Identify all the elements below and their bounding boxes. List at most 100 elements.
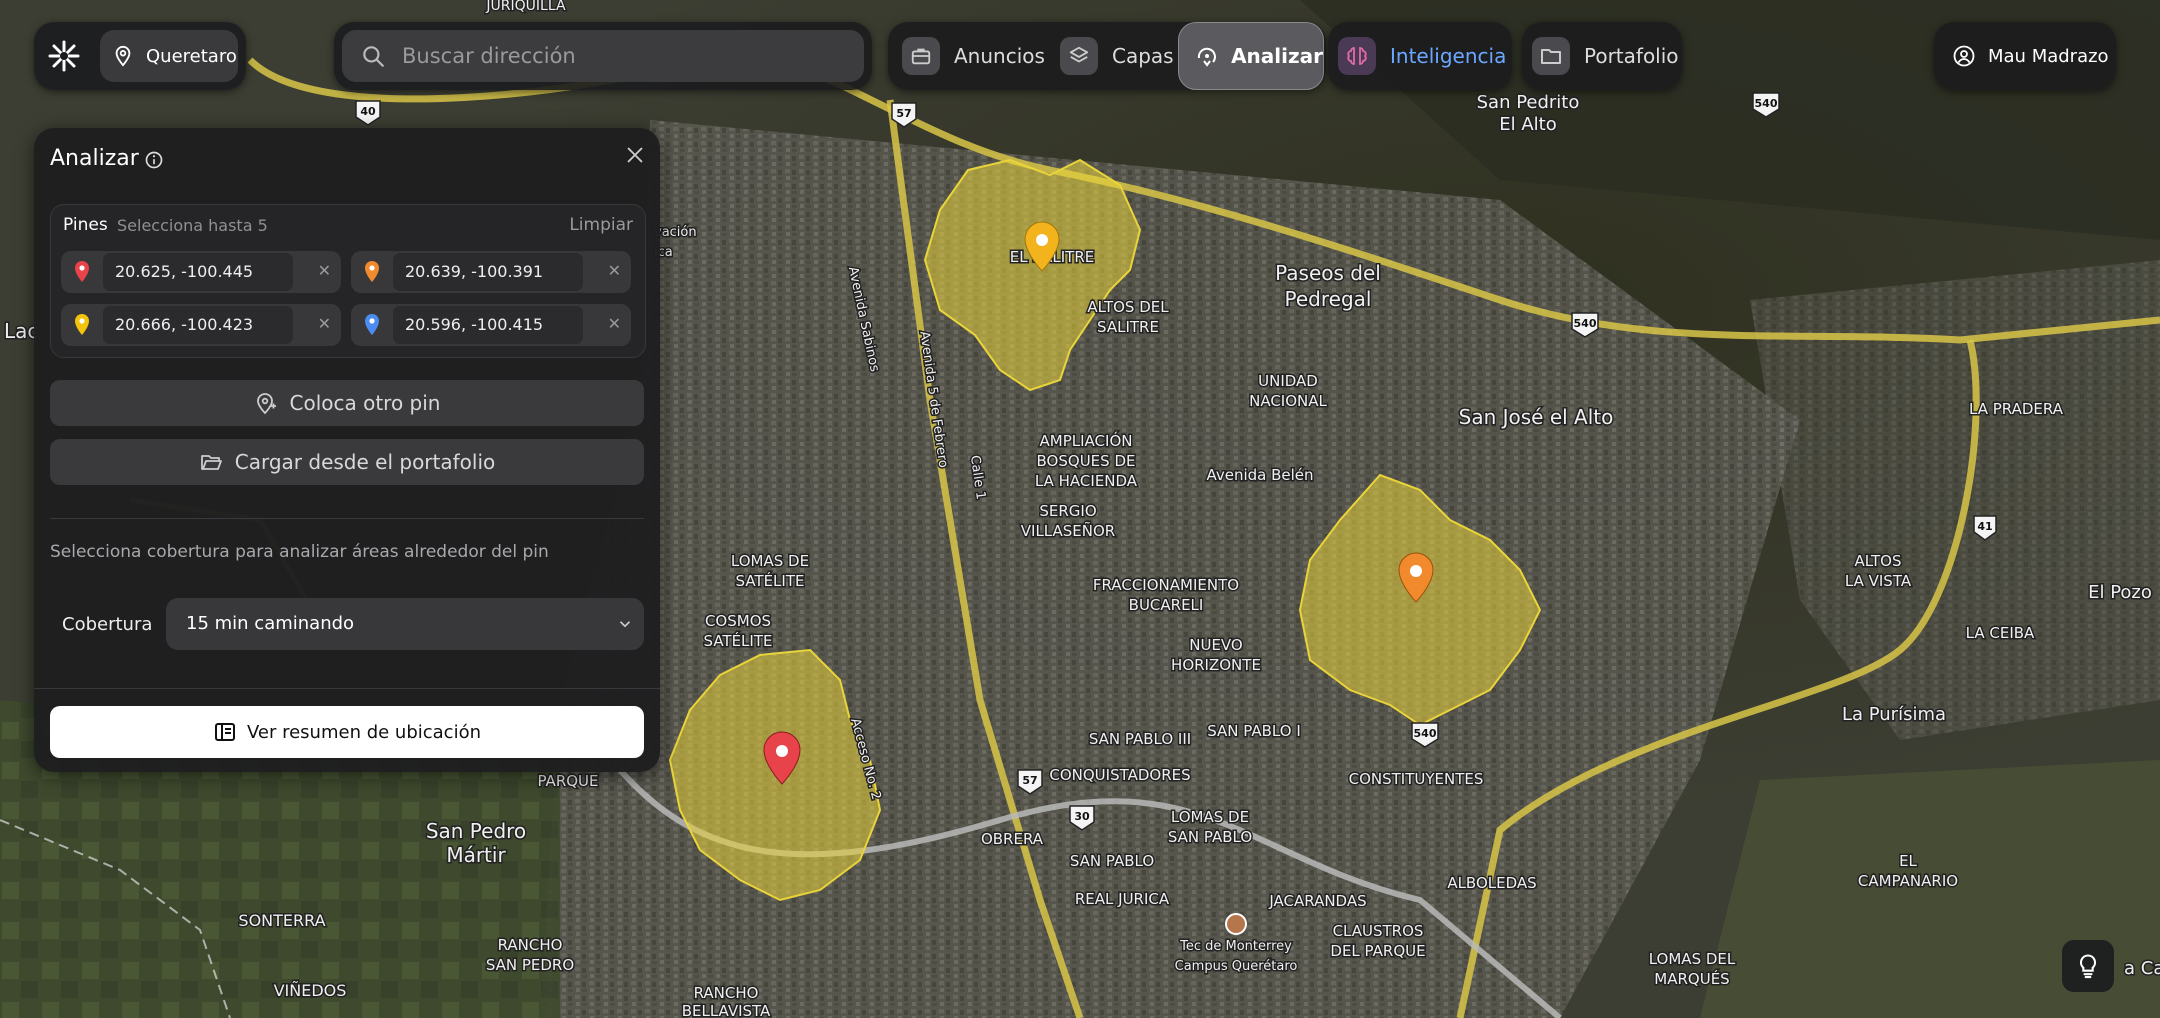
place-label: Paseos del xyxy=(1275,261,1381,285)
place-label: COSMOS xyxy=(705,612,771,630)
location-pill: Queretaro xyxy=(34,22,246,90)
coverage-select[interactable]: 15 min caminando xyxy=(166,598,644,650)
place-label: La Purísima xyxy=(1842,704,1946,725)
user-menu[interactable]: Mau Madrazo xyxy=(1934,22,2116,90)
orange-pin-icon xyxy=(365,261,379,282)
panel-title: Analizar xyxy=(50,146,139,171)
place-label: NACIONAL xyxy=(1249,392,1327,410)
load-portfolio-button[interactable]: Cargar desde el portafolio xyxy=(50,439,644,485)
place-label: CLAUSTROS xyxy=(1333,922,1424,940)
layers-icon xyxy=(1069,46,1089,63)
search-input[interactable]: Buscar dirección xyxy=(342,30,864,82)
place-label: RANCHO xyxy=(498,936,563,954)
clear-pins-button[interactable]: Limpiar xyxy=(569,215,633,235)
place-label: VIÑEDOS xyxy=(274,981,347,1000)
pin-row[interactable]: 20.639, -100.391 ✕ xyxy=(351,251,631,293)
pins-hint: Selecciona hasta 5 xyxy=(117,216,268,235)
pin-row[interactable]: 20.666, -100.423 ✕ xyxy=(61,304,341,346)
place-label: vación xyxy=(654,225,697,240)
svg-text:41: 41 xyxy=(1977,520,1992,533)
pin-coords[interactable]: 20.596, -100.415 xyxy=(393,306,583,344)
svg-text:540: 540 xyxy=(1414,727,1437,740)
remove-pin-icon[interactable]: ✕ xyxy=(608,261,621,280)
place-pin-label: Coloca otro pin xyxy=(289,391,441,415)
place-pin-button[interactable]: Coloca otro pin xyxy=(50,380,644,426)
place-label: ALBOLEDAS xyxy=(1447,874,1536,892)
nav-analizar[interactable]: Analizar xyxy=(1178,22,1324,90)
place-label: SAN PEDRO xyxy=(486,956,574,974)
remove-pin-icon[interactable]: ✕ xyxy=(608,314,621,333)
chevron-down-icon xyxy=(619,621,631,628)
remove-pin-icon[interactable]: ✕ xyxy=(318,261,331,280)
pin-row[interactable]: 20.625, -100.445 ✕ xyxy=(61,251,341,293)
tips-button[interactable] xyxy=(2062,940,2114,992)
place-label: Avenida Belén xyxy=(1206,466,1313,484)
place-label: SATÉLITE xyxy=(736,571,805,590)
place-label: Campus Querétaro xyxy=(1175,959,1298,974)
location-summary-button[interactable]: Ver resumen de ubicación xyxy=(50,706,644,758)
place-label: LA VISTA xyxy=(1845,572,1912,590)
place-label: PARQUE xyxy=(537,772,598,790)
analyze-panel: Analizar Pines Selecciona hasta 5 Limpia… xyxy=(34,128,660,772)
remove-pin-icon[interactable]: ✕ xyxy=(318,314,331,333)
nav-inteligencia[interactable]: Inteligencia xyxy=(1338,22,1506,90)
location-selector[interactable]: Queretaro xyxy=(100,30,238,82)
blue-pin-icon xyxy=(365,314,379,335)
pin-coords[interactable]: 20.625, -100.445 xyxy=(103,253,293,291)
pin-coords[interactable]: 20.666, -100.423 xyxy=(103,306,293,344)
place-label: AMPLIACIÓN xyxy=(1040,431,1133,450)
nav-label: Analizar xyxy=(1231,44,1323,68)
place-label: DEL PARQUE xyxy=(1330,942,1425,960)
nav-label: Inteligencia xyxy=(1390,44,1507,68)
place-label: ALTOS DEL xyxy=(1087,298,1169,316)
asterisk-logo-icon xyxy=(48,40,80,72)
info-icon[interactable] xyxy=(144,150,164,170)
place-label: Pedregal xyxy=(1285,287,1372,311)
nav-group-3: Portafolio xyxy=(1522,22,1682,90)
pin-coords[interactable]: 20.639, -100.391 xyxy=(393,253,583,291)
place-label: SAN PABLO III xyxy=(1089,730,1191,748)
coverage-hint: Selecciona cobertura para analizar áreas… xyxy=(50,542,549,562)
place-label: UNIDAD xyxy=(1258,372,1318,390)
place-label: CAMPANARIO xyxy=(1858,872,1958,890)
place-label: SAN PABLO xyxy=(1168,828,1252,846)
nav-anuncios[interactable]: Anuncios xyxy=(902,22,1045,90)
user-name: Mau Madrazo xyxy=(1988,45,2109,67)
place-label: RANCHO xyxy=(694,984,759,1002)
pin-row[interactable]: 20.596, -100.415 ✕ xyxy=(351,304,631,346)
place-label: LOMAS DE xyxy=(1171,808,1249,826)
place-label: LA PRADERA xyxy=(1969,400,2064,418)
coverage-value: 15 min caminando xyxy=(186,613,355,634)
nav-portafolio[interactable]: Portafolio xyxy=(1532,22,1679,90)
nav-capas[interactable]: Capas xyxy=(1060,22,1174,90)
place-label: SERGIO xyxy=(1039,502,1096,520)
lightbulb-icon xyxy=(2079,954,2097,979)
search-icon xyxy=(363,46,384,67)
summary-panel-icon xyxy=(214,723,235,741)
place-label: San Pedrito xyxy=(1477,92,1580,113)
location-summary-label: Ver resumen de ubicación xyxy=(246,721,482,743)
place-label: REAL JURICA xyxy=(1075,890,1170,908)
place-label: BOSQUES DE xyxy=(1037,452,1136,470)
place-label: San Pedro xyxy=(426,819,526,843)
place-label: OBRERA xyxy=(981,830,1044,848)
folder-open-icon xyxy=(200,455,222,470)
place-label: San José el Alto xyxy=(1459,405,1614,429)
app-logo[interactable] xyxy=(48,40,80,72)
folder-icon xyxy=(1541,49,1561,64)
search-placeholder: Buscar dirección xyxy=(402,44,576,68)
close-icon[interactable] xyxy=(624,144,646,166)
place-label: NUEVO xyxy=(1189,636,1242,654)
svg-text:540: 540 xyxy=(1574,317,1597,330)
user-icon xyxy=(1953,45,1975,67)
red-pin-icon xyxy=(75,261,89,282)
panel-footer-divider xyxy=(34,688,660,689)
place-label: SAN PABLO I xyxy=(1207,722,1301,740)
place-label: SATÉLITE xyxy=(704,631,773,650)
svg-text:40: 40 xyxy=(360,105,376,118)
pins-label: Pines xyxy=(63,215,108,235)
place-label: ALTOS xyxy=(1854,552,1901,570)
poi-marker[interactable] xyxy=(1225,913,1247,935)
nav-label: Anuncios xyxy=(954,44,1045,68)
svg-text:57: 57 xyxy=(1022,774,1037,787)
